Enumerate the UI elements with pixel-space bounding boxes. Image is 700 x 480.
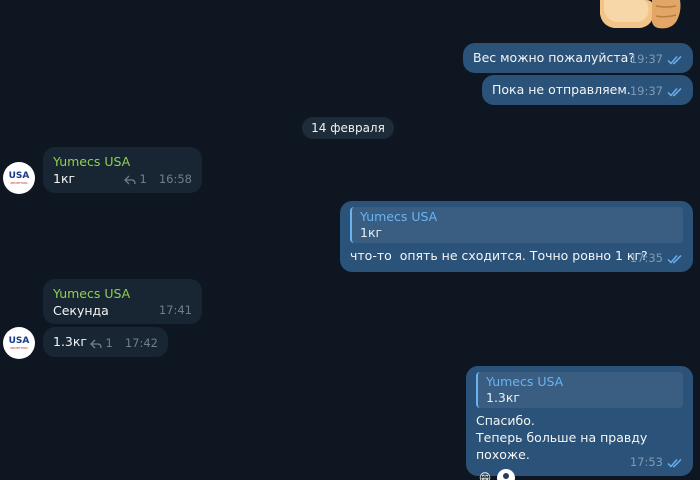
message-text: Спасибо. — [476, 413, 535, 428]
reply-quote[interactable]: Yumecs USA 1.3кг — [476, 372, 683, 408]
thumbs-up-sticker[interactable] — [596, 0, 682, 30]
reply-count[interactable]: 1 — [106, 335, 113, 352]
quote-text: 1.3кг — [486, 390, 520, 405]
reactor-avatar-icon[interactable] — [497, 469, 515, 480]
contact-avatar[interactable]: USA RECEPTION — [3, 162, 35, 194]
reply-arrow-icon — [123, 175, 136, 184]
message-time: 16:58 — [158, 172, 192, 186]
message-time: 17:53 — [629, 455, 663, 469]
reply-quote[interactable]: Yumecs USA 1кг — [350, 207, 683, 243]
read-checks-icon — [667, 458, 682, 468]
message-time: 17:41 — [158, 303, 192, 317]
quote-text: 1кг — [360, 225, 383, 240]
read-checks-icon — [667, 55, 682, 65]
sender-name: Yumecs USA — [53, 154, 131, 169]
message-time: 17:35 — [629, 251, 663, 265]
read-checks-icon — [667, 254, 682, 264]
message-time: 17:42 — [124, 336, 158, 350]
outgoing-message[interactable]: Вес можно пожалуйста? 19:37 — [463, 43, 693, 73]
contact-avatar[interactable]: USA RECEPTION — [3, 327, 35, 359]
quote-sender: Yumecs USA — [360, 209, 438, 224]
message-text: Пока не отправляем. — [492, 82, 631, 97]
outgoing-message[interactable]: Пока не отправляем. 19:37 — [482, 75, 693, 105]
outgoing-message[interactable]: Yumecs USA 1кг что-то опять не сходится.… — [340, 201, 693, 272]
message-text: 1.3кг — [53, 334, 87, 349]
incoming-message[interactable]: Yumecs USA Секунда 17:41 — [43, 279, 202, 324]
quote-sender: Yumecs USA — [486, 374, 564, 389]
outgoing-message[interactable]: Yumecs USA 1.3кг Спасибо. Теперь больше … — [466, 366, 693, 480]
message-time: 19:37 — [629, 52, 663, 66]
incoming-message[interactable]: 1.3кг 1 17:42 — [43, 327, 168, 357]
message-time: 19:37 — [629, 84, 663, 98]
reply-count[interactable]: 1 — [140, 171, 147, 188]
incoming-message[interactable]: Yumecs USA 1кг 1 16:58 — [43, 147, 202, 193]
grin-emoji-reaction[interactable]: 😁 — [476, 469, 494, 480]
date-separator: 14 февраля — [302, 117, 394, 139]
message-text: Вес можно пожалуйста? — [473, 50, 635, 65]
sender-name: Yumecs USA — [53, 286, 131, 301]
read-checks-icon — [667, 87, 682, 97]
reply-arrow-icon — [89, 339, 102, 348]
